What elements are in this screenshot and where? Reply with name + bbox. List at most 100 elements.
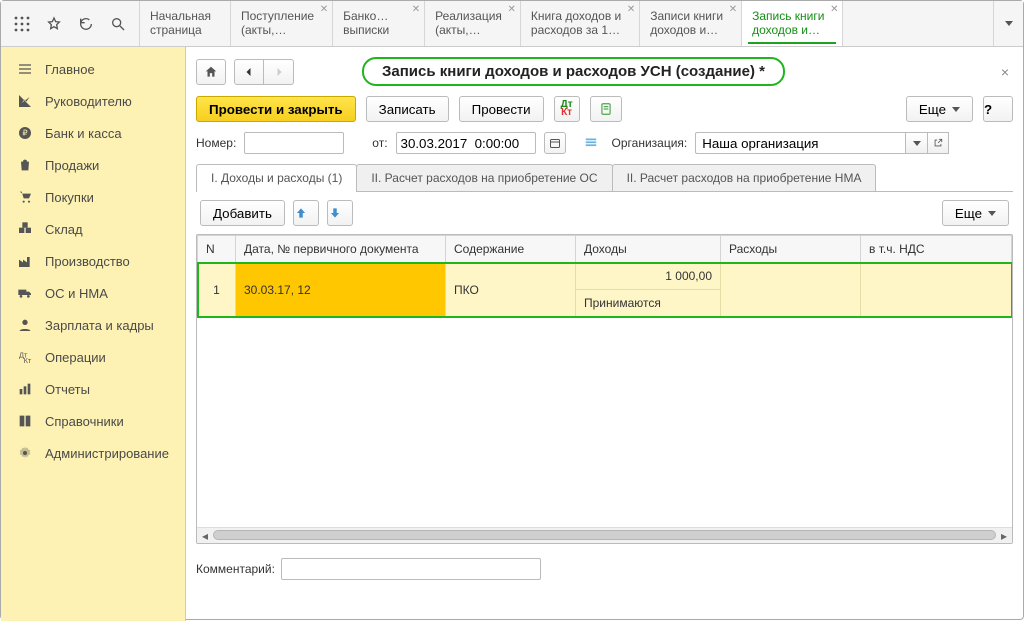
truck-icon [17,285,33,301]
window-tab[interactable]: Поступление(акты,…✕ [231,1,333,46]
sidebar-item[interactable]: Руководителю [1,85,185,117]
section-tabs: I. Доходы и расходы (1)II. Расчет расход… [196,164,1013,192]
sidebar-item[interactable]: Отчеты [1,373,185,405]
sidebar-item[interactable]: Продажи [1,149,185,181]
cell-income-accepted[interactable]: Принимаются [576,290,721,317]
add-row-button[interactable]: Добавить [200,200,285,226]
section-tab[interactable]: II. Расчет расходов на приобретение ОС [356,164,612,191]
grid-more-button[interactable]: Еще [942,200,1009,226]
tab-close-icon[interactable]: ✕ [830,5,838,15]
tab-close-icon[interactable]: ✕ [729,5,737,15]
income-expense-grid: N Дата, № первичного документа Содержани… [196,234,1013,544]
tab-close-icon[interactable]: ✕ [412,5,420,15]
sidebar-item-label: Администрирование [45,447,169,460]
tab-close-icon[interactable]: ✕ [320,5,328,15]
more-button[interactable]: Еще [906,96,973,122]
sidebar-item-label: Операции [45,351,106,364]
org-open-button[interactable] [927,132,949,154]
nav-back-button[interactable] [234,59,264,85]
help-button[interactable]: ? [983,96,1013,122]
post-button[interactable]: Провести [459,96,544,122]
sidebar-item[interactable]: Покупки [1,181,185,213]
search-icon[interactable] [103,9,133,39]
window-tab[interactable]: Книга доходов ирасходов за 1…✕ [521,1,640,46]
sidebar-item-label: Зарплата и кадры [45,319,154,332]
table-row[interactable]: 1 30.03.17, 12 ПКО 1 000,00 Принимаются [198,263,1012,317]
attach-button[interactable] [590,96,622,122]
section-tab[interactable]: I. Доходы и расходы (1) [196,164,357,191]
sidebar-item[interactable]: Склад [1,213,185,245]
sidebar-item-label: Главное [45,63,95,76]
move-up-button[interactable] [293,200,319,226]
cell-date-doc[interactable]: 30.03.17, 12 [236,263,446,317]
comment-input[interactable] [281,558,541,580]
date-input[interactable] [396,132,536,154]
tab-close-icon[interactable]: ✕ [508,5,516,15]
calendar-button[interactable] [544,132,566,154]
window-tabs: НачальнаястраницаПоступление(акты,…✕Банк… [139,1,993,46]
sidebar-item[interactable]: Производство [1,245,185,277]
cell-n[interactable]: 1 [198,263,236,317]
book-icon [17,413,33,429]
nav-sidebar: Главное Руководителю ₽ Банк и касса Продажи П… [1,47,186,621]
org-dropdown-button[interactable] [905,132,927,154]
sidebar-item-label: Отчеты [45,383,90,396]
cell-vat[interactable] [861,263,1012,317]
window-tab[interactable]: Банко…выписки✕ [333,1,425,46]
sidebar-item-label: Производство [45,255,130,268]
cell-content[interactable]: ПКО [446,263,576,317]
cell-expense[interactable] [721,263,861,317]
svg-text:₽: ₽ [22,129,27,138]
nav-forward-button[interactable] [264,59,294,85]
sidebar-item-label: Руководителю [45,95,132,108]
org-input[interactable] [695,132,905,154]
menu-icon [17,61,33,77]
bag-icon [17,157,33,173]
write-button[interactable]: Записать [366,96,449,122]
sidebar-item[interactable]: Главное [1,53,185,85]
tab-close-icon[interactable]: ✕ [627,5,635,15]
move-down-button[interactable] [327,200,353,226]
sidebar-item-label: Склад [45,223,83,236]
col-date-doc[interactable]: Дата, № первичного документа [236,236,446,263]
sidebar-item[interactable]: ОС и НМА [1,277,185,309]
col-income[interactable]: Доходы [576,236,721,263]
close-form-button[interactable]: × [997,60,1013,84]
home-button[interactable] [196,59,226,85]
window-tab[interactable]: Запись книгидоходов и…✕ [742,1,843,46]
col-n[interactable]: N [198,236,236,263]
sidebar-item[interactable]: Администрирование [1,437,185,469]
post-and-close-button[interactable]: Провести и закрыть [196,96,356,122]
sidebar-item[interactable]: ДтКт Операции [1,341,185,373]
favorite-star-icon[interactable] [39,9,69,39]
history-icon[interactable] [71,9,101,39]
boxes-icon [17,221,33,237]
ops-icon: ДтКт [17,349,33,365]
sidebar-item-label: Банк и касса [45,127,122,140]
col-expense[interactable]: Расходы [721,236,861,263]
apps-grid-icon[interactable] [7,9,37,39]
window-tab[interactable]: Начальнаястраница [139,1,231,46]
number-input[interactable] [244,132,344,154]
sidebar-item-label: Продажи [45,159,99,172]
cart-icon [17,189,33,205]
window-tab[interactable]: Записи книгидоходов и…✕ [640,1,742,46]
tabs-overflow-icon[interactable] [993,1,1023,46]
dtkt-button[interactable]: ДтКт [554,96,580,122]
window-tab[interactable]: Реализация(акты,…✕ [425,1,521,46]
person-icon [17,317,33,333]
sidebar-item[interactable]: ₽ Банк и касса [1,117,185,149]
col-content[interactable]: Содержание [446,236,576,263]
row-marker-icon [584,135,598,152]
sidebar-item[interactable]: Справочники [1,405,185,437]
org-label: Организация: [612,136,688,150]
grid-hscrollbar[interactable]: ◂▸ [197,527,1012,543]
ruble-icon: ₽ [17,125,33,141]
cell-income[interactable]: 1 000,00 [576,263,721,290]
sidebar-item[interactable]: Зарплата и кадры [1,309,185,341]
section-tab[interactable]: II. Расчет расходов на приобретение НМА [612,164,877,191]
gear-icon [17,445,33,461]
svg-text:Кт: Кт [24,356,32,365]
report-icon [17,381,33,397]
col-vat[interactable]: в т.ч. НДС [861,236,1012,263]
